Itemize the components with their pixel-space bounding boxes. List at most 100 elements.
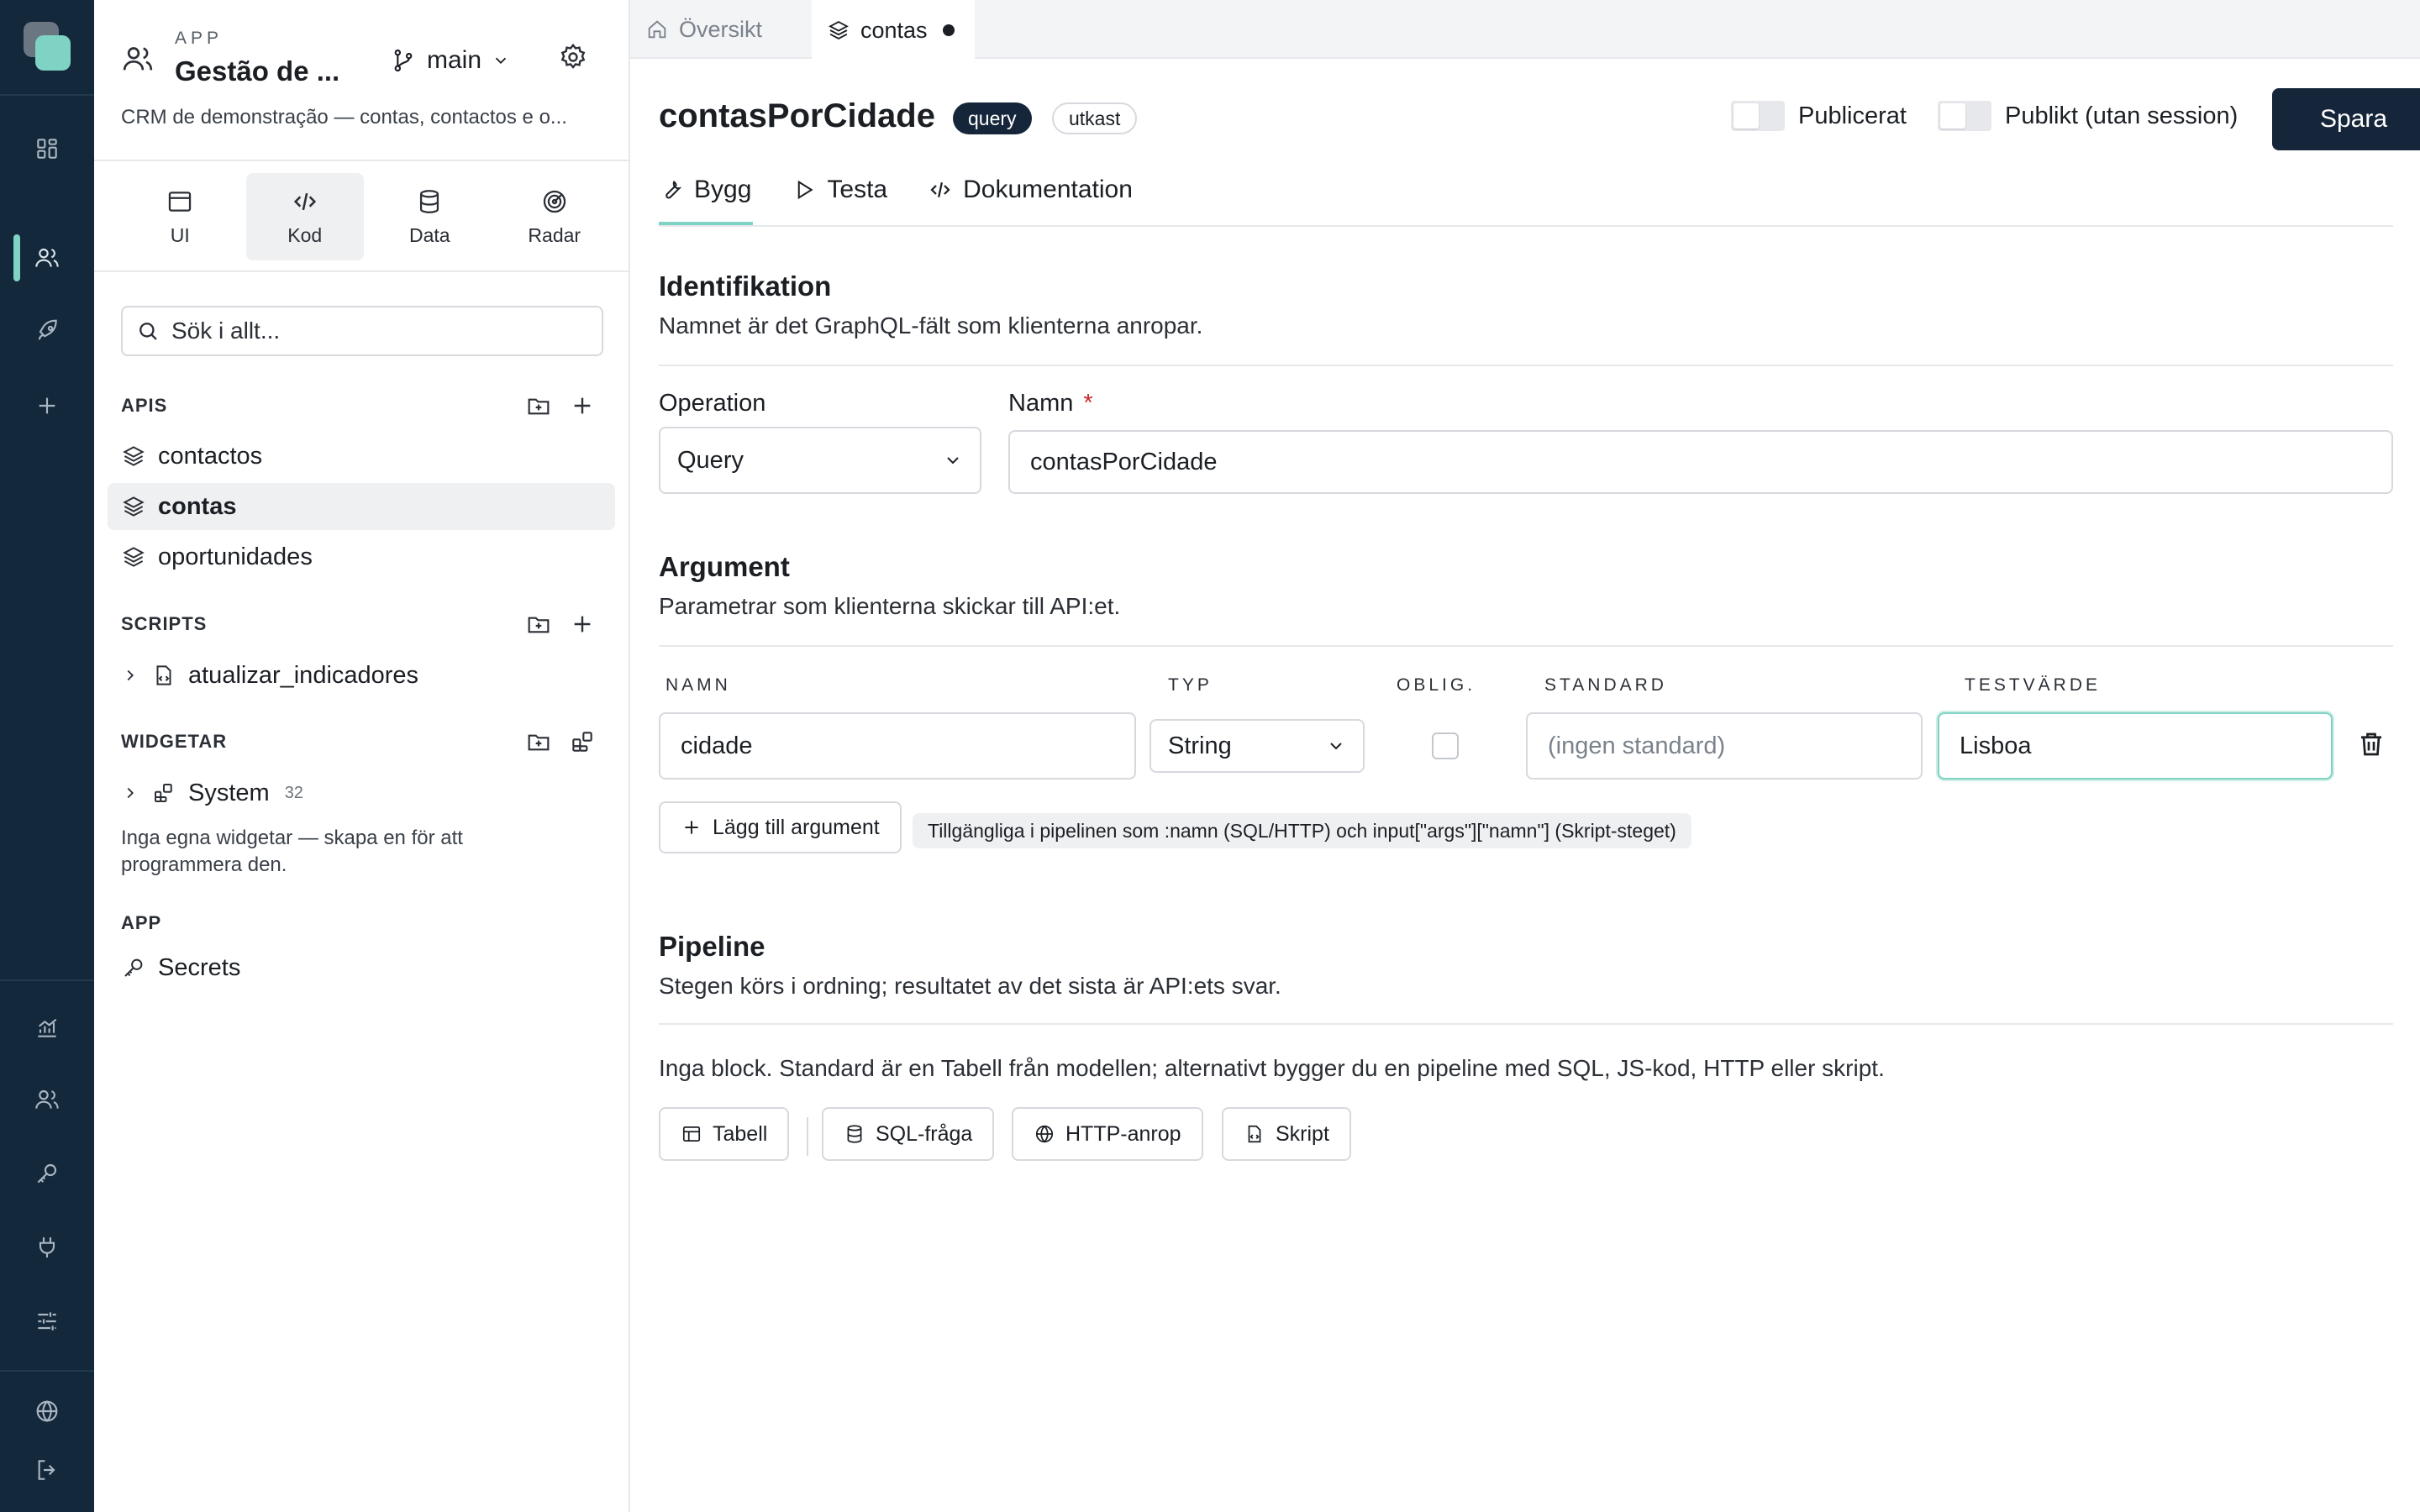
app-kicker: APP: [175, 29, 224, 48]
button-label: Lägg till argument: [713, 815, 880, 839]
public-toggle[interactable]: [1938, 101, 1991, 131]
plug-icon[interactable]: [0, 1217, 94, 1278]
chevron-right-icon[interactable]: [121, 666, 139, 685]
mode-radar[interactable]: Radar: [496, 173, 614, 260]
argument-name-input[interactable]: [659, 712, 1136, 780]
add-http-block-button[interactable]: HTTP-anrop: [1012, 1107, 1203, 1161]
globe-icon[interactable]: [0, 1381, 94, 1441]
plus-icon[interactable]: [0, 375, 94, 436]
logo[interactable]: [24, 22, 71, 71]
tab-contas[interactable]: contas: [812, 0, 975, 60]
globe-icon: [1035, 1125, 1054, 1143]
section-title-scripts: SCRIPTS: [121, 613, 208, 634]
script-item[interactable]: atualizar_indicadores: [108, 652, 615, 699]
app-name[interactable]: Gestão de ...: [175, 55, 339, 87]
app-description: CRM de demonstração — contas, contactos …: [121, 106, 567, 129]
widgets-icon: [155, 784, 172, 802]
tab-overview[interactable]: Översikt: [630, 0, 812, 59]
window-icon: [169, 191, 192, 212]
dashboard-icon[interactable]: [0, 118, 94, 179]
git-branch-icon: [394, 49, 413, 72]
published-toggle[interactable]: [1731, 101, 1785, 131]
tab-label: Testa: [827, 176, 888, 203]
new-folder-icon[interactable]: [524, 391, 553, 420]
layers-icon: [123, 496, 145, 517]
section-title-apis: APIS: [121, 395, 168, 416]
argument-required-checkbox[interactable]: [1432, 732, 1459, 759]
search-box: [121, 306, 603, 356]
operation-select[interactable]: Query: [659, 427, 981, 494]
logout-icon[interactable]: [0, 1440, 94, 1500]
branch-selector[interactable]: main: [390, 44, 510, 77]
chevron-right-icon[interactable]: [121, 784, 139, 802]
mode-switcher: UI Kod Data Radar: [121, 173, 613, 260]
analytics-icon[interactable]: [0, 997, 94, 1058]
tab-build[interactable]: Bygg: [659, 171, 751, 208]
pipeline-empty-note: Inga block. Standard är en Tabell från m…: [659, 1055, 1885, 1081]
key-icon[interactable]: [0, 1143, 94, 1204]
api-item-contactos[interactable]: contactos: [108, 433, 615, 480]
add-script-block-button[interactable]: Skript: [1222, 1107, 1351, 1161]
mode-data[interactable]: Data: [371, 173, 489, 260]
mode-label: Radar: [528, 223, 581, 246]
active-tab-indicator: [659, 222, 753, 225]
name-input[interactable]: [1008, 430, 2393, 494]
button-label: Tabell: [713, 1121, 768, 1146]
api-item-contas[interactable]: contas: [108, 483, 615, 530]
trash-icon[interactable]: [2356, 729, 2386, 761]
main-panel: Översikt contas contasPorCidade query ut…: [630, 0, 2420, 1512]
widget-item-system[interactable]: System 32: [108, 769, 615, 816]
argument-test-value-input[interactable]: [1938, 712, 2333, 780]
mode-ui[interactable]: UI: [121, 173, 239, 260]
gear-icon[interactable]: [558, 42, 592, 76]
select-value: String: [1168, 732, 1232, 759]
add-api-icon[interactable]: [568, 391, 597, 420]
add-script-icon[interactable]: [568, 610, 597, 638]
rocket-icon[interactable]: [0, 302, 94, 362]
mode-label: UI: [170, 223, 190, 246]
add-argument-button[interactable]: Lägg till argument: [659, 801, 902, 853]
users-icon[interactable]: [0, 228, 94, 288]
save-button[interactable]: Spara: [2272, 88, 2420, 150]
public-toggle-group: Publikt (utan session): [1938, 101, 2238, 131]
column-header: STANDARD: [1544, 675, 1667, 695]
app-item-secrets[interactable]: Secrets: [108, 944, 615, 991]
argument-type-select[interactable]: String: [1150, 719, 1365, 773]
argument-default-input[interactable]: [1526, 712, 1923, 780]
team-icon[interactable]: [0, 1069, 94, 1130]
column-header: TYP: [1168, 675, 1213, 695]
new-folder-icon[interactable]: [524, 610, 553, 638]
mode-code[interactable]: Kod: [245, 173, 364, 260]
tab-label: Bygg: [694, 176, 752, 203]
add-widget-icon[interactable]: [568, 727, 597, 756]
script-icon: [1248, 1125, 1261, 1143]
radar-icon: [543, 190, 566, 213]
divider: [659, 645, 2393, 647]
divider: [0, 94, 94, 96]
search-input[interactable]: [171, 318, 575, 344]
chevron-down-icon: [495, 57, 507, 65]
add-table-block-button[interactable]: Tabell: [659, 1107, 790, 1161]
section-subtitle: Namnet är det GraphQL-fält som klientern…: [659, 312, 1203, 339]
tab-docs[interactable]: Dokumentation: [928, 171, 1133, 208]
new-folder-icon[interactable]: [524, 727, 553, 756]
item-label: contas: [158, 492, 237, 520]
api-item-oportunidades[interactable]: oportunidades: [108, 533, 615, 580]
tab-label: Översikt: [679, 16, 763, 42]
plus-icon: [685, 821, 698, 834]
chevron-down-icon: [1330, 743, 1342, 750]
published-toggle-group: Publicerat: [1731, 101, 1907, 131]
tab-test[interactable]: Testa: [792, 171, 887, 208]
arguments-hint: Tillgängliga i pipelinen som :namn (SQL/…: [913, 813, 1691, 848]
table-icon: [682, 1126, 701, 1142]
operation-label: Operation: [659, 390, 766, 417]
section-title-pipeline: Pipeline: [659, 931, 765, 962]
toggle-label: Publikt (utan session): [2005, 102, 2238, 129]
key-icon: [124, 958, 143, 977]
add-sql-block-button[interactable]: SQL-fråga: [822, 1107, 995, 1161]
name-label-text: Namn: [1008, 390, 1074, 417]
unsaved-indicator[interactable]: [942, 24, 955, 36]
scripts-actions: [524, 610, 597, 638]
sliders-icon[interactable]: [0, 1291, 94, 1352]
column-header: OBLIG.: [1397, 675, 1476, 695]
